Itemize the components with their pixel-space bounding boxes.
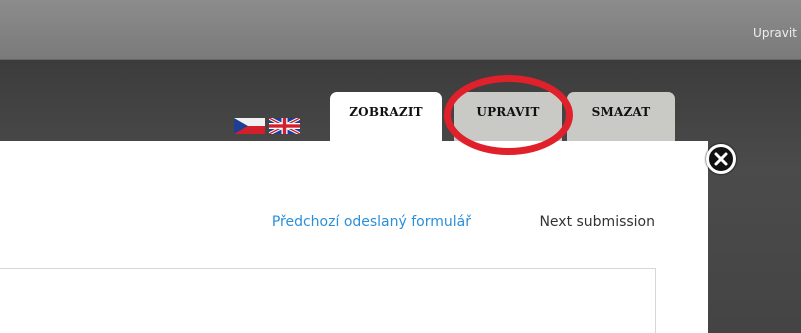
tab-view[interactable]: ZOBRAZIT (330, 92, 442, 142)
close-button[interactable] (706, 144, 736, 174)
language-switcher (234, 118, 300, 134)
czech-flag-icon[interactable] (234, 118, 265, 134)
edit-link[interactable]: Upravit z (753, 26, 801, 40)
uk-flag-icon[interactable] (269, 118, 300, 134)
previous-submission-link[interactable]: Předchozí odeslaný formulář (272, 214, 471, 230)
tab-edit[interactable]: UPRAVIT (454, 92, 562, 142)
top-bar: Upravit z (0, 0, 801, 60)
close-icon (714, 152, 728, 166)
submission-panel: Předchozí odeslaný formulář Next submiss… (0, 141, 708, 333)
next-submission-link[interactable]: Next submission (539, 214, 655, 230)
submission-content-box (0, 268, 656, 333)
tab-delete[interactable]: SMAZAT (567, 92, 675, 142)
